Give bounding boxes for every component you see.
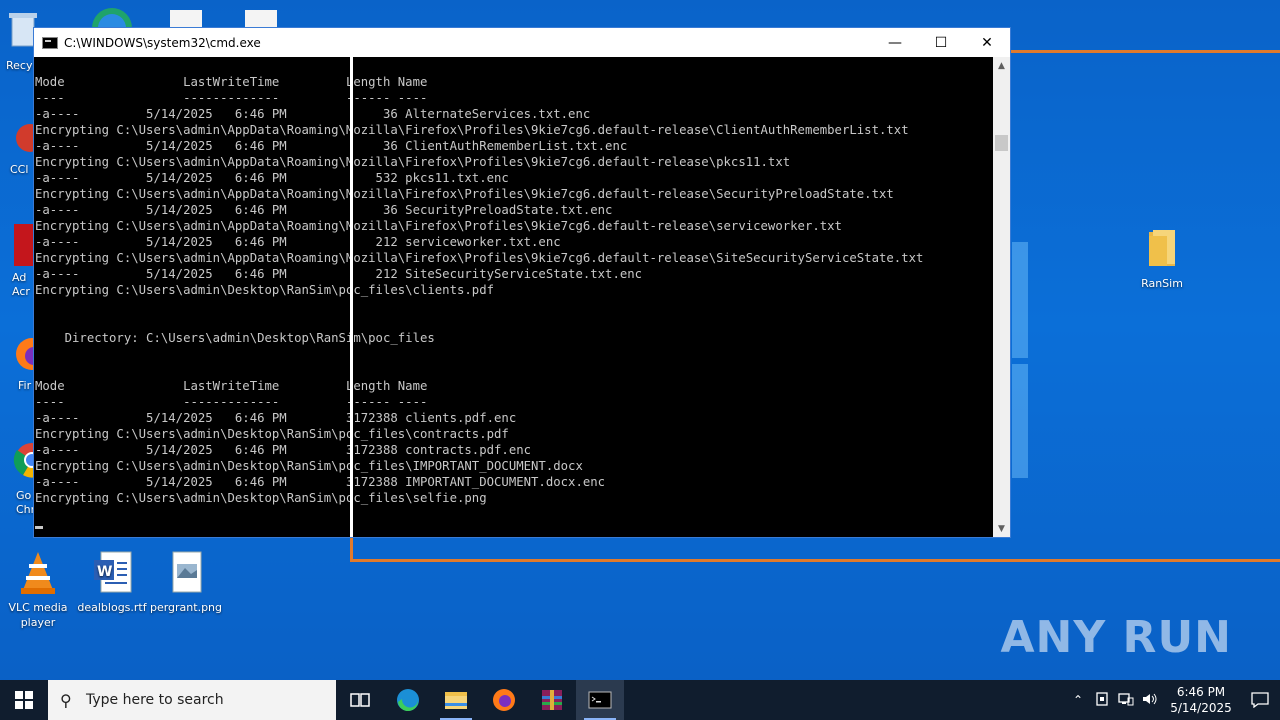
console-line: Mode LastWriteTime Length Name bbox=[35, 75, 428, 89]
console-line: Encrypting C:\Users\admin\Desktop\RanSim… bbox=[35, 491, 487, 505]
console-line: -a---- 5/14/2025 6:46 PM 3172388 clients… bbox=[35, 411, 517, 425]
taskbar: ⚲ Type here to search ⌃ 6:46 PM 5/14/202… bbox=[0, 680, 1280, 720]
edge-icon bbox=[92, 8, 132, 28]
taskbar-search-box[interactable]: ⚲ Type here to search bbox=[48, 680, 336, 720]
window-titlebar[interactable]: C:\WINDOWS\system32\cmd.exe — ☐ ✕ bbox=[34, 28, 1010, 57]
overlay-divider bbox=[350, 57, 353, 537]
notification-button[interactable] bbox=[1240, 692, 1280, 708]
console-line: Encrypting C:\Users\admin\Desktop\RanSim… bbox=[35, 427, 509, 441]
desktop-icon-partial[interactable] bbox=[88, 6, 136, 28]
desktop-icon-label: pergrant.png bbox=[149, 601, 223, 614]
console-line: Encrypting C:\Users\admin\AppData\Roamin… bbox=[35, 155, 791, 169]
desktop-icon-pergrant[interactable]: pergrant.png bbox=[148, 550, 224, 615]
desktop-icon-vlc[interactable]: VLC media player bbox=[0, 550, 76, 630]
console-line: Encrypting C:\Users\admin\Desktop\RanSim… bbox=[35, 283, 495, 297]
console-line: -a---- 5/14/2025 6:46 PM 212 servicework… bbox=[35, 235, 561, 249]
console-line: -a---- 5/14/2025 6:46 PM 212 SiteSecurit… bbox=[35, 267, 643, 281]
scrollbar-thumb[interactable] bbox=[995, 135, 1008, 151]
taskbar-file-explorer[interactable] bbox=[432, 680, 480, 720]
system-tray: ⌃ 6:46 PM 5/14/2025 bbox=[1066, 680, 1280, 720]
console-line: -a---- 5/14/2025 6:46 PM 36 ClientAuthRe… bbox=[35, 139, 628, 153]
desktop-icon-label: dealblogs.rtf bbox=[77, 601, 147, 614]
windows-icon bbox=[15, 691, 33, 709]
taskbar-firefox[interactable] bbox=[480, 680, 528, 720]
search-icon: ⚲ bbox=[60, 690, 72, 710]
console-output[interactable]: Mode LastWriteTime Length Name ---- -----… bbox=[34, 57, 994, 537]
desktop-icon-label: RanSim bbox=[1141, 277, 1183, 290]
task-view-button[interactable] bbox=[336, 680, 384, 720]
console-cursor bbox=[35, 526, 43, 529]
close-button[interactable]: ✕ bbox=[964, 28, 1010, 57]
window-title: C:\WINDOWS\system32\cmd.exe bbox=[64, 35, 261, 50]
desktop-icon-partial[interactable] bbox=[170, 10, 202, 28]
clock-time: 6:46 PM bbox=[1176, 685, 1226, 699]
taskbar-edge[interactable] bbox=[384, 680, 432, 720]
console-line: -a---- 5/14/2025 6:46 PM 3172388 IMPORTA… bbox=[35, 475, 606, 489]
console-line: Encrypting C:\Users\admin\Desktop\RanSim… bbox=[35, 459, 583, 473]
console-line: -a---- 5/14/2025 6:46 PM 3172388 contrac… bbox=[35, 443, 532, 457]
console-line: -a---- 5/14/2025 6:46 PM 532 pkcs11.txt.… bbox=[35, 171, 509, 185]
volume-icon[interactable] bbox=[1138, 692, 1162, 709]
cmd-icon bbox=[42, 36, 58, 49]
edge-icon bbox=[397, 689, 419, 712]
console-line: Encrypting C:\Users\admin\AppData\Roamin… bbox=[35, 123, 909, 137]
anyrun-watermark: ANY RUN bbox=[1000, 612, 1232, 663]
scroll-up-arrow-icon[interactable]: ▲ bbox=[993, 57, 1010, 74]
start-button[interactable] bbox=[0, 680, 48, 720]
desktop-icon-label: Ad Acr bbox=[12, 271, 30, 298]
console-line: Mode LastWriteTime Length Name bbox=[35, 379, 428, 393]
console-line: Encrypting C:\Users\admin\AppData\Roamin… bbox=[35, 219, 842, 233]
taskbar-clock[interactable]: 6:46 PM 5/14/2025 bbox=[1162, 684, 1240, 716]
folder-icon bbox=[445, 692, 467, 709]
word-document-icon: W bbox=[91, 550, 133, 596]
vlc-icon bbox=[17, 550, 59, 596]
notification-icon bbox=[1251, 692, 1269, 708]
cmd-window[interactable]: C:\WINDOWS\system32\cmd.exe — ☐ ✕ Mode L… bbox=[33, 27, 1011, 538]
cmd-icon bbox=[588, 691, 612, 709]
maximize-button[interactable]: ☐ bbox=[918, 28, 964, 57]
image-file-icon bbox=[165, 550, 207, 596]
winrar-icon bbox=[542, 690, 562, 710]
taskbar-winrar[interactable] bbox=[528, 680, 576, 720]
console-line: Directory: C:\Users\admin\Desktop\RanSim… bbox=[35, 331, 435, 345]
scroll-down-arrow-icon[interactable]: ▼ bbox=[993, 520, 1010, 537]
desktop-icon-partial[interactable] bbox=[245, 10, 277, 28]
console-line: Encrypting C:\Users\admin\AppData\Roamin… bbox=[35, 187, 894, 201]
clock-date: 5/14/2025 bbox=[1170, 701, 1232, 715]
network-icon[interactable] bbox=[1114, 692, 1138, 709]
svg-text:W: W bbox=[97, 564, 112, 580]
minimize-button[interactable]: — bbox=[872, 28, 918, 57]
console-line: -a---- 5/14/2025 6:46 PM 36 AlternateSer… bbox=[35, 107, 591, 121]
firefox-icon bbox=[493, 689, 515, 711]
desktop-icon-dealblogs[interactable]: W dealblogs.rtf bbox=[74, 550, 150, 615]
console-line: ---- ------------- ------ ---- bbox=[35, 91, 428, 105]
desktop-icon-label: VLC media player bbox=[8, 601, 68, 629]
search-placeholder: Type here to search bbox=[86, 692, 224, 708]
task-view-icon bbox=[350, 693, 370, 707]
folder-icon bbox=[1141, 226, 1183, 272]
security-icon[interactable] bbox=[1090, 691, 1114, 709]
vertical-scrollbar[interactable]: ▲ ▼ bbox=[993, 57, 1010, 537]
taskbar-cmd[interactable] bbox=[576, 680, 624, 720]
console-line: ---- ------------- ------ ---- bbox=[35, 395, 428, 409]
desktop-icon-ransim[interactable]: RanSim bbox=[1124, 226, 1200, 291]
console-line: -a---- 5/14/2025 6:46 PM 36 SecurityPrel… bbox=[35, 203, 613, 217]
console-line: Encrypting C:\Users\admin\AppData\Roamin… bbox=[35, 251, 924, 265]
chevron-up-icon[interactable]: ⌃ bbox=[1066, 693, 1090, 707]
